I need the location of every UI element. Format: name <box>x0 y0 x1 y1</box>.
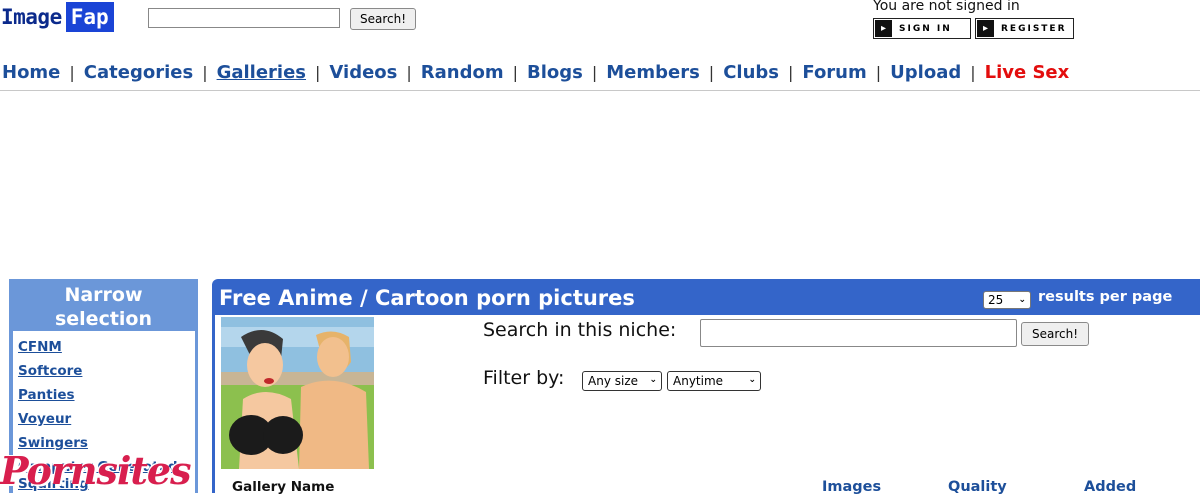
nav-separator: | <box>202 63 208 82</box>
nav-separator: | <box>787 63 794 82</box>
gallery-thumbnail[interactable] <box>221 317 374 469</box>
niche-search-label: Search in this niche: <box>483 319 677 341</box>
nav-upload[interactable]: Upload <box>890 62 961 83</box>
results-per-page-select[interactable]: 25 ⌄ <box>983 291 1031 309</box>
nav-videos[interactable]: Videos <box>329 62 397 83</box>
nav-clubs[interactable]: Clubs <box>723 62 779 83</box>
sign-in-button[interactable]: ▸ SIGN IN <box>873 18 971 39</box>
nav-separator: | <box>970 63 976 82</box>
chevron-down-icon: ⌄ <box>748 375 756 385</box>
gallery-panel: Free Anime / Cartoon porn pictures 25 ⌄ … <box>212 279 1200 495</box>
nav-separator: | <box>406 63 412 82</box>
nav-separator: | <box>591 63 598 82</box>
nav-categories[interactable]: Categories <box>84 62 193 83</box>
time-filter-select[interactable]: Anytime ⌄ <box>667 371 761 391</box>
sign-in-status: You are not signed in <box>873 0 1020 14</box>
panel-body: Search in this niche: Search! Filter by:… <box>215 315 1200 495</box>
niche-search-button[interactable]: Search! <box>1021 322 1089 346</box>
sidebar-item-softcore[interactable]: Softcore <box>18 363 82 379</box>
logo-word-image: Image <box>1 5 62 29</box>
niche-search-input[interactable] <box>700 319 1017 347</box>
register-label: REGISTER <box>1001 23 1067 34</box>
nav-random[interactable]: Random <box>421 62 504 83</box>
site-logo[interactable]: Image Fap <box>1 2 114 32</box>
arrow-right-icon: ▸ <box>977 20 994 37</box>
nav-members[interactable]: Members <box>606 62 700 83</box>
search-input[interactable] <box>148 8 340 28</box>
nav-separator: | <box>315 63 321 82</box>
arrow-right-icon: ▸ <box>875 20 892 37</box>
size-filter-value: Any size <box>588 374 638 388</box>
sign-in-label: SIGN IN <box>899 23 952 34</box>
nav-separator: | <box>708 63 715 82</box>
chevron-down-icon: ⌄ <box>649 375 657 385</box>
nav-separator: | <box>69 63 75 82</box>
nav-live-sex[interactable]: Live Sex <box>985 62 1070 83</box>
sidebar-title: Narrow selection <box>9 283 198 331</box>
results-per-page-value: 25 <box>988 293 1004 307</box>
sidebar-title-line1: Narrow <box>64 284 143 306</box>
nav-forum[interactable]: Forum <box>802 62 866 83</box>
logo-word-fap: Fap <box>65 2 114 32</box>
results-per-page-label: results per page <box>1038 289 1173 305</box>
sidebar-item-voyeur[interactable]: Voyeur <box>18 411 71 427</box>
nav-divider <box>0 90 1200 91</box>
sidebar-title-line2: selection <box>54 308 153 330</box>
main-nav: Home | Categories | Galleries | Videos |… <box>2 62 1069 83</box>
time-filter-value: Anytime <box>673 374 724 388</box>
size-filter-select[interactable]: Any size ⌄ <box>582 371 662 391</box>
chevron-down-icon: ⌄ <box>1018 295 1026 305</box>
page-title: Free Anime / Cartoon porn pictures <box>219 286 635 310</box>
nav-blogs[interactable]: Blogs <box>527 62 583 83</box>
nav-separator: | <box>512 63 518 82</box>
nav-galleries[interactable]: Galleries <box>217 62 306 83</box>
sidebar-item-cfnm[interactable]: CFNM <box>18 339 62 355</box>
register-button[interactable]: ▸ REGISTER <box>975 18 1074 39</box>
sidebar-item-panties[interactable]: Panties <box>18 387 75 403</box>
filter-label: Filter by: <box>483 367 565 389</box>
search-button[interactable]: Search! <box>350 8 416 30</box>
nav-separator: | <box>875 63 882 82</box>
nav-home[interactable]: Home <box>2 62 60 83</box>
watermark-logo: Pornsites <box>0 448 191 493</box>
